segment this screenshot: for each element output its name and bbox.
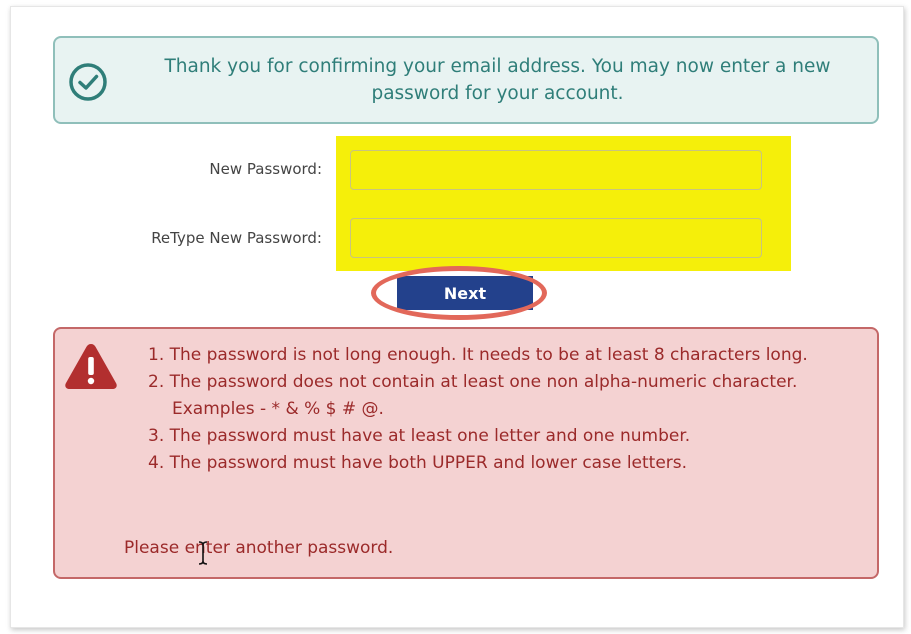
text-cursor-icon xyxy=(198,541,208,565)
error-item: 1. The password is not long enough. It n… xyxy=(148,345,808,365)
error-item: 4. The password must have both UPPER and… xyxy=(148,453,688,473)
success-alert: Thank you for confirming your email addr… xyxy=(53,36,879,124)
check-circle-icon xyxy=(69,63,107,101)
new-password-label: New Password: xyxy=(209,160,322,178)
success-message: Thank you for confirming your email addr… xyxy=(164,56,831,104)
error-list: 1. The password is not long enough. It n… xyxy=(148,342,868,477)
next-button[interactable]: Next xyxy=(397,276,533,310)
error-alert: 1. The password is not long enough. It n… xyxy=(53,327,879,579)
error-footer: Please enter another password. xyxy=(124,538,394,558)
error-item: 2. The password does not contain at leas… xyxy=(148,372,798,419)
retype-password-label: ReType New Password: xyxy=(151,229,322,247)
error-item: 3. The password must have at least one l… xyxy=(148,426,691,446)
retype-password-input[interactable] xyxy=(350,218,762,258)
new-password-input[interactable] xyxy=(350,150,762,190)
warning-triangle-icon xyxy=(65,344,117,389)
